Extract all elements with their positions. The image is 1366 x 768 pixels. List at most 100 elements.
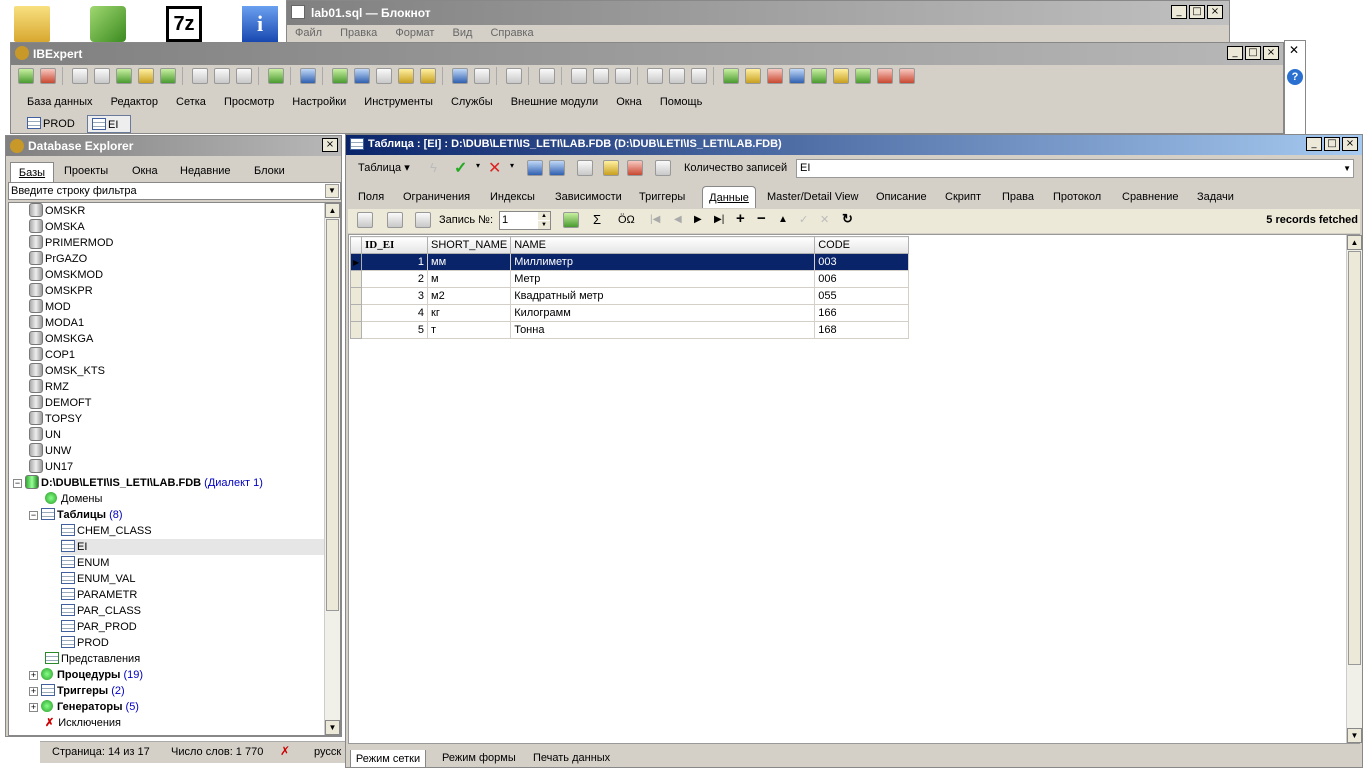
db-tab-projects[interactable]: Проекты bbox=[64, 165, 108, 177]
database-node[interactable]: OMSKMOD bbox=[29, 267, 103, 283]
grid-cell[interactable]: 2 bbox=[361, 270, 428, 288]
save-icon[interactable] bbox=[538, 68, 555, 84]
disconnect-icon[interactable] bbox=[94, 68, 111, 84]
next-record-icon[interactable]: ▶ bbox=[694, 214, 702, 225]
cut-icon[interactable] bbox=[570, 68, 587, 84]
tab-script[interactable]: Скрипт bbox=[945, 186, 981, 208]
spin-up-icon[interactable]: ▲ bbox=[538, 212, 550, 220]
menu-options[interactable]: Настройки bbox=[292, 96, 346, 108]
refresh-data-icon[interactable]: ↻ bbox=[842, 211, 853, 227]
active-db-node[interactable]: − D:\DUB\LETI\IS_LETI\LAB.FDB (Диалект 1) bbox=[13, 475, 263, 491]
views-node[interactable]: Представления bbox=[45, 651, 140, 667]
new-role-icon[interactable] bbox=[876, 68, 893, 84]
new-script-icon[interactable] bbox=[192, 68, 209, 84]
lightning-icon[interactable]: ϟ bbox=[430, 160, 437, 175]
db-tab-recent[interactable]: Недавние bbox=[180, 165, 231, 177]
grid-cell[interactable]: 166 bbox=[814, 304, 910, 322]
filter-icon[interactable] bbox=[357, 212, 373, 228]
collapse-icon[interactable]: − bbox=[13, 479, 22, 488]
column-header-name[interactable]: NAME bbox=[510, 236, 816, 254]
tree-scroll-thumb[interactable] bbox=[326, 219, 339, 611]
post-edit-icon[interactable]: ✓ bbox=[799, 213, 808, 226]
row-indicator[interactable]: ▶ bbox=[350, 253, 362, 271]
notepad-menu-help[interactable]: Справка bbox=[490, 27, 533, 39]
new-udf-icon[interactable] bbox=[854, 68, 871, 84]
7zip-desktop-icon[interactable]: 7z bbox=[166, 6, 202, 42]
table-node-enum-val[interactable]: ENUM_VAL bbox=[61, 571, 135, 587]
table-node-ei[interactable]: EI bbox=[61, 539, 326, 555]
table-row[interactable]: 2 м Метр 006 bbox=[350, 270, 910, 288]
tab-print-data[interactable]: Печать данных bbox=[533, 752, 610, 764]
cancel-edit-icon[interactable]: ✕ bbox=[820, 213, 829, 226]
print-table-icon[interactable] bbox=[577, 160, 593, 176]
db-tab-windows[interactable]: Окна bbox=[132, 165, 158, 177]
spellcheck-icon[interactable]: ✗ bbox=[280, 744, 290, 758]
tab-description[interactable]: Описание bbox=[876, 186, 927, 208]
column-header-code[interactable]: CODE bbox=[814, 236, 910, 254]
find-next-icon[interactable] bbox=[690, 68, 707, 84]
grid-cell[interactable]: 4 bbox=[361, 304, 428, 322]
db-props-icon[interactable] bbox=[138, 68, 155, 84]
menu-windows[interactable]: Окна bbox=[616, 96, 642, 108]
database-node[interactable]: OMSKGA bbox=[29, 331, 93, 347]
commit-icon[interactable]: ✓ bbox=[454, 158, 467, 178]
last-record-icon[interactable]: ▶| bbox=[714, 214, 724, 225]
grid-cell[interactable]: мм bbox=[427, 253, 512, 271]
filter-input[interactable]: Введите строку фильтра ▼ bbox=[8, 182, 341, 200]
dependencies-icon[interactable] bbox=[603, 160, 619, 176]
tab-indices[interactable]: Индексы bbox=[490, 186, 535, 208]
table-row[interactable]: ▶ 1 мм Миллиметр 003 bbox=[350, 253, 910, 271]
grid-icon[interactable] bbox=[527, 160, 543, 176]
database-node[interactable]: PRIMERMOD bbox=[29, 235, 113, 251]
grid-cell[interactable]: Квадратный метр bbox=[510, 287, 816, 305]
new-view-icon[interactable] bbox=[744, 68, 761, 84]
table-node-par-class[interactable]: PAR_CLASS bbox=[61, 603, 141, 619]
tables-node[interactable]: − Таблицы (8) bbox=[29, 507, 123, 523]
tab-log[interactable]: Протокол bbox=[1053, 186, 1101, 208]
tab-fields[interactable]: Поля bbox=[358, 186, 384, 208]
database-node[interactable]: UN bbox=[29, 427, 61, 443]
procedures-node[interactable]: + Процедуры (19) bbox=[29, 667, 143, 683]
grid-cell[interactable]: 168 bbox=[814, 321, 910, 339]
db-explorer-close-button[interactable]: × bbox=[322, 138, 338, 152]
database-node[interactable]: PrGAZO bbox=[29, 251, 87, 267]
prior-record-icon[interactable]: ◀ bbox=[674, 214, 682, 225]
record-number-input[interactable]: 1 ▲ ▼ bbox=[499, 211, 551, 230]
scroll-down-icon[interactable]: ▼ bbox=[1347, 728, 1362, 743]
print-icon[interactable] bbox=[376, 68, 393, 84]
expand-icon[interactable]: + bbox=[29, 703, 38, 712]
commit-dropdown-icon[interactable]: ▾ bbox=[476, 161, 480, 170]
menu-view[interactable]: Просмотр bbox=[224, 96, 274, 108]
table-row[interactable]: 3 м2 Квадратный метр 055 bbox=[350, 287, 910, 305]
menu-database[interactable]: База данных bbox=[27, 96, 93, 108]
table-editor-close-button[interactable]: × bbox=[1342, 137, 1358, 151]
exceptions-node[interactable]: ✗ Исключения bbox=[45, 715, 121, 731]
row-indicator[interactable] bbox=[350, 287, 362, 305]
menu-grid[interactable]: Сетка bbox=[176, 96, 206, 108]
tree-scrollbar[interactable]: ▲ ▼ bbox=[324, 203, 340, 735]
paste-icon[interactable] bbox=[614, 68, 631, 84]
grid-cell[interactable]: 3 bbox=[361, 287, 428, 305]
tab-tasks[interactable]: Задачи bbox=[1197, 186, 1234, 208]
table-node-enum[interactable]: ENUM bbox=[61, 555, 109, 571]
grid-cell[interactable]: м2 bbox=[427, 287, 512, 305]
recycle-desktop-icon[interactable] bbox=[90, 6, 126, 42]
menu-services[interactable]: Службы bbox=[451, 96, 493, 108]
triggers-node[interactable]: + Триггеры (2) bbox=[29, 683, 125, 699]
unregister-db-icon[interactable] bbox=[40, 68, 56, 84]
grid-scroll-thumb[interactable] bbox=[1348, 251, 1361, 665]
database-node[interactable]: RMZ bbox=[29, 379, 69, 395]
register-db-icon[interactable] bbox=[18, 68, 34, 84]
database-node[interactable]: COP1 bbox=[29, 347, 75, 363]
tab-compare[interactable]: Сравнение bbox=[1122, 186, 1179, 208]
table-row[interactable]: 5 т Тонна 168 bbox=[350, 321, 910, 339]
folder-desktop-icon[interactable] bbox=[14, 6, 50, 42]
connect-icon[interactable] bbox=[72, 68, 89, 84]
grid-cell[interactable]: кг bbox=[427, 304, 512, 322]
menu-help[interactable]: Помощь bbox=[660, 96, 703, 108]
table-node-parametr[interactable]: PARAMETR bbox=[61, 587, 137, 603]
database-node[interactable]: UNW bbox=[29, 443, 71, 459]
scroll-up-icon[interactable]: ▲ bbox=[325, 203, 340, 218]
grid-cell[interactable]: Тонна bbox=[510, 321, 816, 339]
domains-node[interactable]: Домены bbox=[45, 491, 102, 507]
